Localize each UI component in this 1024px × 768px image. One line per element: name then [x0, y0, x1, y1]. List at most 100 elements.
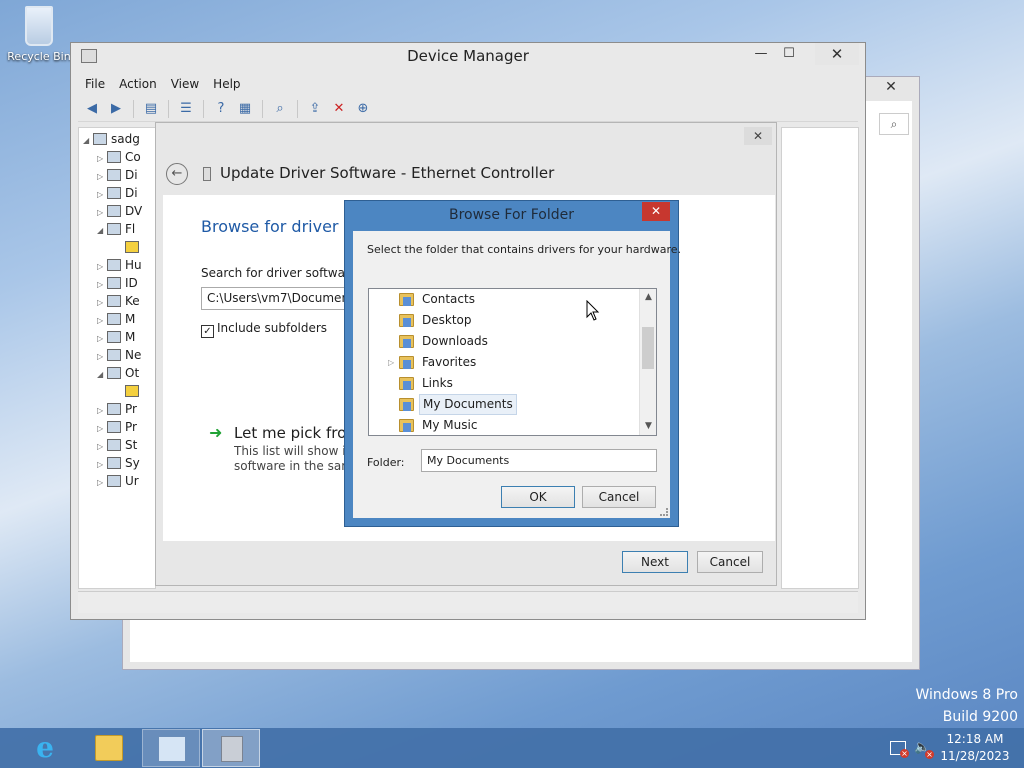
tree-item[interactable]: ◢ Ot — [97, 364, 139, 382]
tree-item[interactable]: ◢ sadg — [83, 130, 140, 148]
menu-help[interactable]: Help — [206, 77, 247, 91]
dialog-close-button[interactable]: ✕ — [642, 202, 670, 221]
clock-date: 11/28/2023 — [940, 749, 1010, 763]
pick-description-line: This list will show inst — [234, 444, 349, 458]
scrollbar-thumb[interactable] — [642, 327, 654, 369]
back-arrow-icon[interactable]: ← — [166, 163, 188, 185]
watermark-edition: Windows 8 Pro — [915, 687, 1018, 703]
dialog-instruction: Select the folder that contains drivers … — [367, 243, 682, 256]
folder-icon — [399, 398, 414, 411]
monitor-icon — [107, 331, 121, 343]
processor-icon — [107, 421, 121, 433]
folder-input[interactable]: My Documents — [421, 449, 657, 472]
wizard-cancel-button[interactable]: Cancel — [697, 551, 763, 573]
ethernet-device-icon — [203, 167, 211, 181]
folder-item-selected[interactable]: My Documents — [369, 394, 638, 415]
windows-watermark: Windows 8 Pro Build 9200 — [915, 684, 1018, 728]
watermark-build: Build 9200 — [942, 709, 1018, 725]
minimize-button[interactable]: — — [747, 43, 775, 65]
wizard-close-button[interactable]: ✕ — [744, 127, 772, 145]
disk-drives-icon — [107, 169, 121, 181]
tree-item[interactable]: ▷ Pr — [97, 400, 137, 418]
warning-device-icon — [125, 385, 139, 397]
sound-muted-icon[interactable]: 🔈 — [914, 741, 934, 759]
network-icon — [107, 349, 121, 361]
details-icon[interactable]: ▦ — [235, 100, 255, 118]
scan-icon[interactable]: ⌕ — [270, 100, 290, 118]
tree-item[interactable]: ▷ Di — [97, 184, 138, 202]
tree-item[interactable]: ▷ Ur — [97, 472, 139, 490]
toolbar-separator — [168, 99, 169, 118]
dialog-cancel-button[interactable]: Cancel — [582, 486, 656, 508]
recycle-bin[interactable]: Recycle Bin — [6, 6, 72, 63]
network-status-icon[interactable] — [890, 741, 909, 758]
enable-icon[interactable]: ⊕ — [353, 100, 373, 118]
scroll-down-icon[interactable]: ▼ — [640, 418, 656, 435]
tree-item[interactable]: ◢ Fl — [97, 220, 135, 238]
dvd-icon — [107, 205, 121, 217]
menu-file[interactable]: File — [78, 77, 112, 91]
scroll-up-icon[interactable]: ▲ — [640, 289, 656, 306]
menu-bar: File Action View Help — [78, 73, 858, 95]
back-icon[interactable]: ◀ — [82, 100, 102, 118]
include-subfolders-checkbox[interactable]: ✓ Include subfolders — [201, 321, 327, 338]
list-icon[interactable]: ☰ — [176, 100, 196, 118]
help-icon[interactable]: ? — [211, 100, 231, 118]
search-icon[interactable]: ⌕ — [879, 113, 909, 135]
folder-icon — [399, 335, 414, 348]
tree-item[interactable]: ▷ Hu — [97, 256, 142, 274]
tree-item[interactable]: ▷ ID — [97, 274, 138, 292]
folder-tree[interactable]: Contacts Desktop Downloads ▷ Favorites Li… — [368, 288, 657, 436]
menu-view[interactable]: View — [164, 77, 206, 91]
server-manager-icon — [158, 736, 186, 762]
tree-item[interactable]: ▷ Di — [97, 166, 138, 184]
forward-icon[interactable]: ▶ — [106, 100, 126, 118]
close-button[interactable]: ✕ — [815, 43, 859, 65]
taskbar-internet-explorer[interactable]: e — [16, 729, 74, 767]
update-driver-icon[interactable]: ⇪ — [305, 100, 325, 118]
tree-item[interactable]: ▷ M — [97, 328, 135, 346]
properties-icon[interactable]: ▤ — [141, 100, 161, 118]
toolbar-separator — [203, 99, 204, 118]
device-manager-icon — [221, 736, 243, 762]
uninstall-icon[interactable]: ✕ — [329, 100, 349, 118]
resize-grip-icon[interactable] — [660, 508, 668, 516]
usb-icon — [107, 475, 121, 487]
tree-item[interactable]: ▷ Co — [97, 148, 141, 166]
tree-item[interactable] — [125, 382, 143, 400]
next-button[interactable]: Next — [622, 551, 688, 573]
include-subfolders-label: Include subfolders — [217, 321, 328, 335]
folder-tree-scrollbar[interactable]: ▲ ▼ — [639, 289, 656, 435]
taskbar-device-manager[interactable] — [202, 729, 260, 767]
dialog-title: Browse For Folder — [448, 207, 574, 223]
tree-item[interactable]: ▷ M — [97, 310, 135, 328]
taskbar-file-explorer[interactable] — [80, 729, 138, 767]
folder-icon — [399, 419, 414, 432]
tree-item[interactable]: ▷ Ke — [97, 292, 140, 310]
tree-item[interactable]: ▷ St — [97, 436, 137, 454]
folder-icon — [399, 377, 414, 390]
maximize-button[interactable]: ☐ — [775, 43, 803, 65]
ok-button[interactable]: OK — [501, 486, 575, 508]
driver-path-input[interactable]: C:\Users\vm7\Documents — [201, 287, 347, 310]
tree-item[interactable] — [125, 238, 143, 256]
folder-item[interactable]: Links — [369, 373, 638, 394]
background-window-close-button[interactable]: ✕ — [869, 77, 913, 97]
taskbar-server-manager[interactable] — [142, 729, 200, 767]
checkbox-checked-icon: ✓ — [201, 325, 214, 338]
tree-item[interactable]: ▷ Pr — [97, 418, 137, 436]
file-explorer-icon — [95, 735, 123, 761]
folder-label: Folder: — [367, 456, 405, 469]
folder-item[interactable]: Downloads — [369, 331, 638, 352]
folder-icon — [399, 356, 414, 369]
folder-item[interactable]: My Music — [369, 415, 638, 435]
folder-item[interactable]: ▷ Favorites — [369, 352, 638, 373]
expand-arrow-icon[interactable]: ▷ — [388, 352, 394, 373]
hid-icon — [107, 259, 121, 271]
tree-item[interactable]: ▷ Ne — [97, 346, 141, 364]
tree-item[interactable]: ▷ Sy — [97, 454, 140, 472]
tree-item[interactable]: ▷ DV — [97, 202, 142, 220]
pick-from-list-link[interactable]: Let me pick from — [234, 424, 349, 442]
system-clock[interactable]: 12:18 AM 11/28/2023 — [940, 731, 1010, 765]
menu-action[interactable]: Action — [112, 77, 164, 91]
